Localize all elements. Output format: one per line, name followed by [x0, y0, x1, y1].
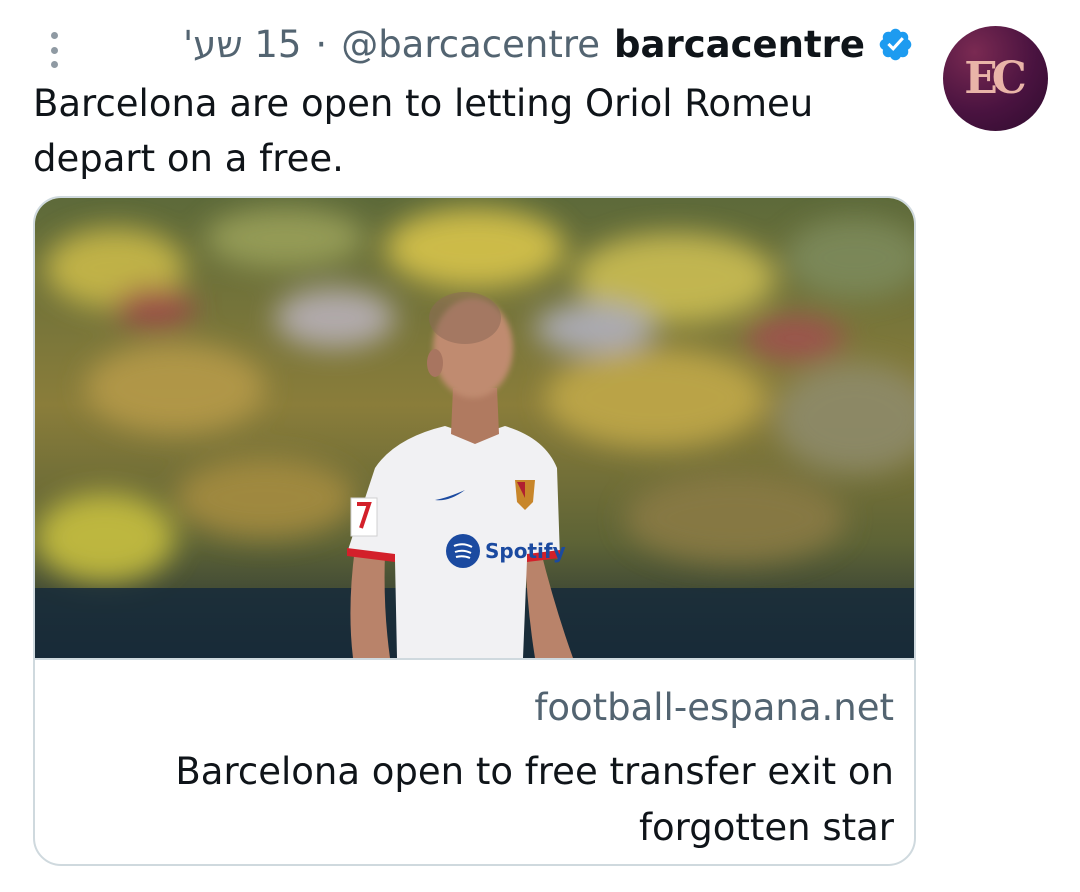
jersey-sponsor: Spotify	[485, 539, 566, 563]
tweet-timestamp[interactable]: 15 שע'	[183, 23, 301, 66]
link-preview-card[interactable]: Spotify football-espana.net Barcelona op…	[33, 196, 916, 866]
article-image[interactable]: Spotify	[35, 198, 916, 658]
avatar-logo: EC	[964, 53, 1027, 104]
card-title[interactable]: Barcelona open to free transfer exit on …	[134, 744, 894, 856]
user-handle[interactable]: @barcacentre	[341, 23, 600, 66]
user-avatar[interactable]: EC	[943, 26, 1048, 131]
header-separator: ·	[315, 22, 328, 66]
user-display-name[interactable]: barcacentre	[614, 23, 865, 66]
tweet-header: 15 שע' · @barcacentre barcacentre	[183, 20, 914, 68]
more-dot	[50, 61, 58, 68]
card-domain: football-espana.net	[534, 686, 894, 729]
tweet-view: 15 שע' · @barcacentre barcacentre EC Bar…	[0, 0, 1080, 892]
more-dot	[50, 32, 58, 39]
tweet-text: Barcelona are open to letting Oriol Rome…	[33, 82, 814, 180]
more-dot	[50, 46, 58, 54]
verified-badge-icon[interactable]	[877, 26, 914, 63]
more-options-icon[interactable]	[44, 32, 64, 68]
card-divider	[35, 658, 914, 660]
